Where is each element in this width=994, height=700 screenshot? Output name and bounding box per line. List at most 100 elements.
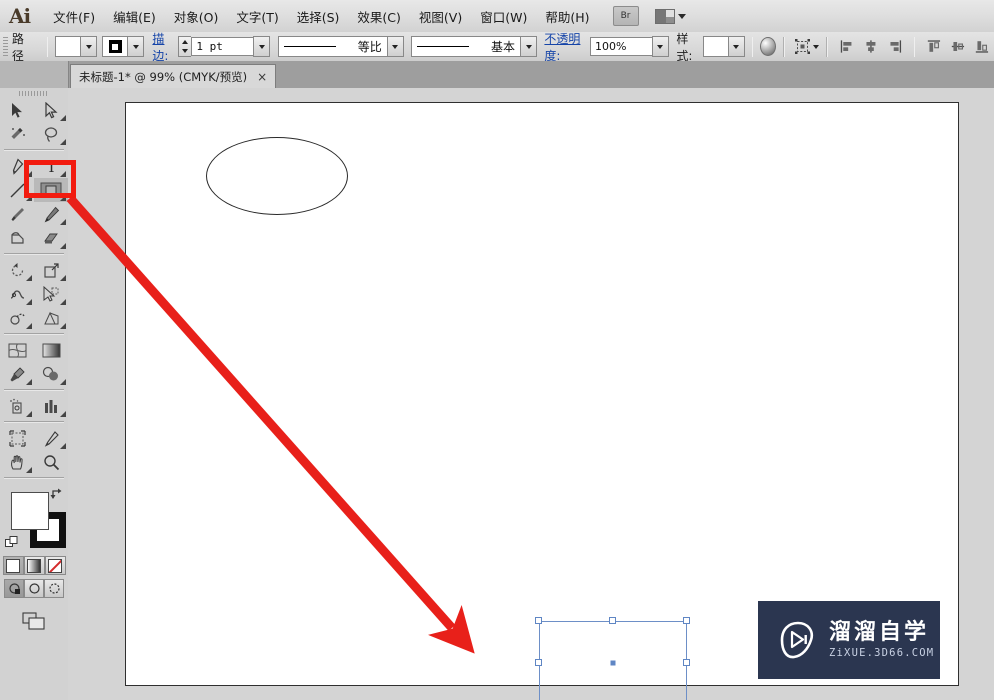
perspective-grid-tool[interactable] [34, 306, 68, 330]
zoom-tool[interactable] [34, 450, 68, 474]
menu-select[interactable]: 选择(S) [288, 3, 349, 30]
slice-tool[interactable] [34, 426, 68, 450]
default-fill-stroke-icon[interactable] [5, 535, 19, 549]
brush-definition-dropdown[interactable] [520, 37, 537, 56]
align-right-icon[interactable] [888, 38, 902, 55]
artboard[interactable] [125, 102, 959, 700]
tool-expand-indicator [60, 379, 66, 385]
selection-handle-top-left[interactable] [535, 617, 542, 624]
line-sample-icon [417, 46, 470, 47]
stroke-swatch[interactable] [103, 38, 128, 55]
align-bottom-icon[interactable] [975, 38, 989, 55]
graphic-style-swatch[interactable] [703, 38, 728, 55]
opacity-label[interactable]: 不透明度: [544, 30, 587, 64]
rotate-tool[interactable] [0, 258, 34, 282]
menu-help[interactable]: 帮助(H) [536, 3, 598, 30]
stroke-profile-control[interactable]: 等比 [277, 36, 404, 57]
draw-normal-button[interactable] [4, 579, 24, 598]
fill-swatch-dropdown[interactable] [80, 37, 97, 56]
gradient-tool[interactable] [34, 338, 68, 362]
align-top-icon[interactable] [927, 38, 941, 55]
free-transform-tool[interactable] [34, 282, 68, 306]
swap-fill-stroke-icon[interactable] [49, 487, 63, 501]
draw-behind-button[interactable] [24, 579, 44, 598]
bridge-button[interactable]: Br [612, 6, 639, 26]
blob-brush-tool[interactable] [0, 226, 34, 250]
gradient-orb-icon[interactable] [760, 37, 777, 56]
selection-handle-middle-left[interactable] [535, 659, 542, 666]
pencil-tool[interactable] [34, 202, 68, 226]
stroke-swatch-dropdown[interactable] [127, 37, 144, 56]
hand-tool[interactable] [0, 450, 34, 474]
eyedropper-tool[interactable] [0, 362, 34, 386]
tools-panel-grip[interactable] [19, 91, 49, 96]
stroke-weight-input[interactable]: 1 pt [191, 37, 254, 56]
menu-effect[interactable]: 效果(C) [348, 3, 409, 30]
shape-builder-tool[interactable] [0, 306, 34, 330]
scale-tool[interactable] [34, 258, 68, 282]
opacity-input[interactable]: 100% [589, 37, 652, 56]
menu-type[interactable]: 文字(T) [227, 3, 287, 30]
align-center-horizontal-icon[interactable] [864, 38, 878, 55]
graphic-style-dropdown[interactable] [727, 37, 744, 56]
pen-tool[interactable] [0, 154, 34, 178]
divider [4, 333, 64, 335]
chevron-down-icon [813, 44, 820, 49]
rectangle-shape[interactable] [535, 617, 690, 700]
selection-handle-middle-right[interactable] [683, 659, 690, 666]
column-graph-tool[interactable] [34, 394, 68, 418]
selection-tool[interactable] [0, 98, 34, 122]
eraser-tool[interactable] [34, 226, 68, 250]
menu-view[interactable]: 视图(V) [410, 3, 471, 30]
align-middle-vertical-icon[interactable] [951, 38, 965, 55]
brush-definition-label: 基本 [491, 40, 516, 54]
selection-handle-top-center[interactable] [609, 617, 616, 624]
align-left-icon[interactable] [840, 38, 854, 55]
context-label: 路径 [11, 31, 24, 63]
stroke-weight-label[interactable]: 描边: [152, 30, 175, 64]
type-tool[interactable]: T [34, 154, 68, 178]
color-mode-button[interactable] [2, 556, 24, 575]
fill-color-swatch[interactable] [11, 492, 49, 530]
rectangle-tool[interactable] [34, 178, 68, 202]
selection-handle-top-right[interactable] [683, 617, 690, 624]
graphic-style-control[interactable] [702, 36, 745, 57]
menu-window[interactable]: 窗口(W) [471, 3, 536, 30]
stroke-weight-stepper[interactable] [178, 36, 192, 57]
tool-expand-indicator [26, 379, 32, 385]
fill-swatch[interactable] [56, 38, 81, 55]
fill-swatch-control[interactable] [55, 36, 98, 57]
symbol-sprayer-tool[interactable] [0, 394, 34, 418]
stroke-weight-dropdown[interactable] [253, 36, 271, 57]
artboard-tool[interactable] [0, 426, 34, 450]
lasso-tool[interactable] [34, 122, 68, 146]
magic-wand-tool[interactable] [0, 122, 34, 146]
close-icon[interactable]: × [257, 71, 267, 83]
draw-inside-button[interactable] [44, 579, 64, 598]
transform-anchor-control[interactable] [794, 38, 820, 55]
control-bar-grip[interactable] [3, 36, 8, 57]
stroke-profile-dropdown[interactable] [386, 37, 403, 56]
stroke-profile-value[interactable]: 等比 [278, 37, 387, 56]
document-tab[interactable]: 未标题-1* @ 99% (CMYK/预览) × [70, 64, 277, 88]
menu-file[interactable]: 文件(F) [44, 3, 104, 30]
blend-tool[interactable] [34, 362, 68, 386]
width-tool[interactable] [0, 282, 34, 306]
line-segment-tool[interactable] [0, 178, 34, 202]
menu-edit[interactable]: 编辑(E) [104, 3, 165, 30]
opacity-dropdown[interactable] [651, 36, 669, 57]
stroke-profile-label: 等比 [357, 40, 382, 54]
ellipse-shape[interactable] [206, 137, 348, 215]
tool-expand-indicator [26, 171, 32, 177]
menu-object[interactable]: 对象(O) [165, 3, 228, 30]
brush-definition-control[interactable]: 基本 [411, 36, 538, 57]
stroke-swatch-control[interactable] [102, 36, 145, 57]
gradient-mode-button[interactable] [23, 556, 45, 575]
paintbrush-tool[interactable] [0, 202, 34, 226]
change-screen-mode-button[interactable] [0, 612, 68, 630]
workspace-switcher[interactable] [654, 8, 686, 24]
mesh-tool[interactable] [0, 338, 34, 362]
direct-selection-tool[interactable] [34, 98, 68, 122]
brush-definition-value[interactable]: 基本 [412, 37, 521, 56]
none-mode-button[interactable] [44, 556, 66, 575]
